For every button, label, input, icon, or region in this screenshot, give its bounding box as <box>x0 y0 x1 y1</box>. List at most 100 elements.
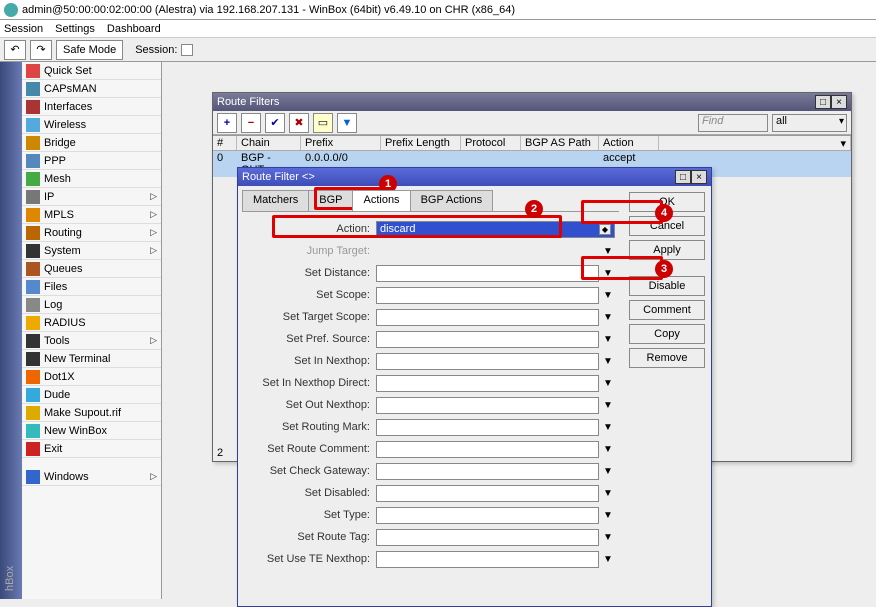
enable-button[interactable]: ✔ <box>265 113 285 133</box>
sidebar-label: Queues <box>44 263 83 275</box>
sidebar-icon <box>26 226 40 240</box>
sidebar-item[interactable]: Exit <box>22 440 161 458</box>
sidebar-item[interactable]: New Terminal <box>22 350 161 368</box>
restore-icon[interactable]: □ <box>675 170 691 184</box>
sidebar-item[interactable]: Bridge <box>22 134 161 152</box>
field-input[interactable] <box>376 551 599 568</box>
safe-mode-button[interactable]: Safe Mode <box>56 40 123 60</box>
route-filter-titlebar[interactable]: Route Filter <> □ × <box>238 168 711 186</box>
field-input[interactable] <box>376 419 599 436</box>
undo-button[interactable]: ↶ <box>4 40 26 60</box>
menu-settings[interactable]: Settings <box>55 23 95 35</box>
tab-bgp[interactable]: BGP <box>308 190 353 211</box>
table-header[interactable]: # Chain Prefix Prefix Length Protocol BG… <box>213 136 851 151</box>
field-input[interactable] <box>376 353 599 370</box>
field-input[interactable] <box>376 397 599 414</box>
field-input[interactable] <box>376 309 599 326</box>
chevron-down-icon[interactable]: ▼ <box>601 554 615 565</box>
chevron-down-icon[interactable]: ▼ <box>601 444 615 455</box>
redo-button[interactable]: ↷ <box>30 40 52 60</box>
disable-button[interactable]: ✖ <box>289 113 309 133</box>
field-label: Set Target Scope: <box>246 311 376 323</box>
sidebar-item[interactable]: Queues <box>22 260 161 278</box>
copy-button[interactable]: Copy <box>629 324 705 344</box>
field-input[interactable] <box>376 529 599 546</box>
sidebar-icon <box>26 100 40 114</box>
route-filters-titlebar[interactable]: Route Filters □ × <box>213 93 851 111</box>
chevron-down-icon[interactable]: ▼ <box>601 356 615 367</box>
sidebar-item[interactable]: RADIUS <box>22 314 161 332</box>
sidebar-icon <box>26 352 40 366</box>
chevron-down-icon[interactable]: ▼ <box>601 246 615 257</box>
sidebar-item[interactable]: Wireless <box>22 116 161 134</box>
sidebar-item[interactable]: CAPsMAN <box>22 80 161 98</box>
sidebar-item[interactable]: Make Supout.rif <box>22 404 161 422</box>
tab-bgp-actions[interactable]: BGP Actions <box>410 190 494 211</box>
chevron-down-icon[interactable]: ▼ <box>601 488 615 499</box>
field-input[interactable] <box>376 507 599 524</box>
tab-matchers[interactable]: Matchers <box>242 190 309 211</box>
chevron-down-icon[interactable]: ▼ <box>601 422 615 433</box>
find-input[interactable]: Find <box>698 114 768 132</box>
session-label: Session: <box>135 44 177 56</box>
field-input[interactable] <box>376 331 599 348</box>
close-icon[interactable]: × <box>691 170 707 184</box>
sidebar-item[interactable]: Dude <box>22 386 161 404</box>
field-input[interactable] <box>376 463 599 480</box>
sidebar-label: Interfaces <box>44 101 92 113</box>
action-dropdown[interactable]: discard <box>376 221 615 238</box>
comment-button[interactable]: ▭ <box>313 113 333 133</box>
sidebar-item[interactable]: Tools▷ <box>22 332 161 350</box>
cancel-button[interactable]: Cancel <box>629 216 705 236</box>
remove-button[interactable]: − <box>241 113 261 133</box>
field-input[interactable] <box>376 287 599 304</box>
sidebar-item[interactable]: Interfaces <box>22 98 161 116</box>
sidebar-item[interactable]: System▷ <box>22 242 161 260</box>
sidebar-item[interactable]: Windows▷ <box>22 468 161 486</box>
field-input[interactable] <box>376 375 599 392</box>
sidebar-item[interactable]: Routing▷ <box>22 224 161 242</box>
menu-dashboard[interactable]: Dashboard <box>107 23 161 35</box>
sidebar-item[interactable]: Log <box>22 296 161 314</box>
chevron-down-icon[interactable]: ▼ <box>601 510 615 521</box>
sidebar-item[interactable]: PPP <box>22 152 161 170</box>
chevron-down-icon[interactable]: ▼ <box>601 532 615 543</box>
chevron-down-icon[interactable]: ▼ <box>601 290 615 301</box>
sidebar-label: IP <box>44 191 54 203</box>
sidebar-item[interactable]: Files <box>22 278 161 296</box>
comment-button[interactable]: Comment <box>629 300 705 320</box>
ok-button[interactable]: OK <box>629 192 705 212</box>
field-label: Set Disabled: <box>246 487 376 499</box>
chevron-down-icon[interactable]: ▼ <box>601 378 615 389</box>
all-dropdown[interactable]: all <box>772 114 847 132</box>
add-button[interactable]: + <box>217 113 237 133</box>
sidebar-label: Make Supout.rif <box>44 407 121 419</box>
sidebar-label: System <box>44 245 81 257</box>
field-label: Set Pref. Source: <box>246 333 376 345</box>
field-input[interactable] <box>376 441 599 458</box>
sidebar-item[interactable]: Dot1X <box>22 368 161 386</box>
menu-session[interactable]: Session <box>4 23 43 35</box>
chevron-down-icon[interactable]: ▼ <box>601 400 615 411</box>
field-input[interactable] <box>376 265 599 282</box>
filter-button[interactable]: ▼ <box>337 113 357 133</box>
sidebar-item[interactable]: New WinBox <box>22 422 161 440</box>
chevron-down-icon[interactable]: ▼ <box>601 334 615 345</box>
sidebar-item[interactable]: IP▷ <box>22 188 161 206</box>
sidebar-icon <box>26 244 40 258</box>
sidebar-item[interactable]: Quick Set <box>22 62 161 80</box>
tab-actions[interactable]: Actions <box>352 190 410 211</box>
sidebar-item[interactable]: MPLS▷ <box>22 206 161 224</box>
chevron-down-icon[interactable]: ▼ <box>601 312 615 323</box>
field-label: Set Route Comment: <box>246 443 376 455</box>
restore-icon[interactable]: □ <box>815 95 831 109</box>
chevron-down-icon[interactable]: ▼ <box>601 268 615 279</box>
apply-button[interactable]: Apply <box>629 240 705 260</box>
remove-button[interactable]: Remove <box>629 348 705 368</box>
chevron-down-icon[interactable]: ▼ <box>601 466 615 477</box>
disable-button[interactable]: Disable <box>629 276 705 296</box>
close-icon[interactable]: × <box>831 95 847 109</box>
session-checkbox[interactable] <box>181 44 193 56</box>
field-input[interactable] <box>376 485 599 502</box>
sidebar-item[interactable]: Mesh <box>22 170 161 188</box>
